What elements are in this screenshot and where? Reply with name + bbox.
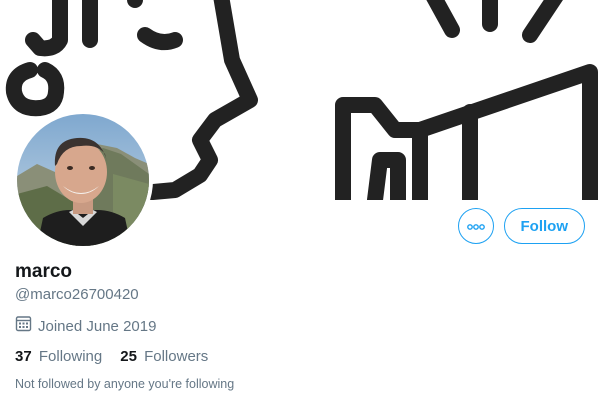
followers-label: Followers (144, 348, 209, 365)
following-label: Following (38, 348, 103, 365)
joined-date: Joined June 2019 (15, 315, 234, 338)
avatar-photo (17, 114, 149, 246)
calendar-icon (15, 315, 32, 338)
profile-info: marco @marco26700420 Joined June 2019 37… (15, 260, 234, 392)
profile-name: marco (15, 261, 73, 282)
mutual-followers-note: Not followed by anyone you're following (15, 377, 235, 391)
followers-link[interactable]: 25 Followers (120, 347, 208, 367)
follow-stats: 37 Following 25 Followers (15, 347, 234, 367)
following-link[interactable]: 37 Following (15, 347, 102, 367)
profile-handle: @marco26700420 (15, 286, 139, 303)
follow-button[interactable]: Follow (503, 208, 585, 244)
more-options-icon (466, 217, 485, 235)
profile-actions: Follow (457, 208, 585, 244)
more-options-button[interactable] (457, 208, 494, 244)
profile-avatar[interactable] (13, 110, 153, 250)
followers-count: 25 (120, 348, 137, 365)
joined-text: Joined June 2019 (38, 317, 157, 335)
following-count: 37 (15, 348, 32, 365)
